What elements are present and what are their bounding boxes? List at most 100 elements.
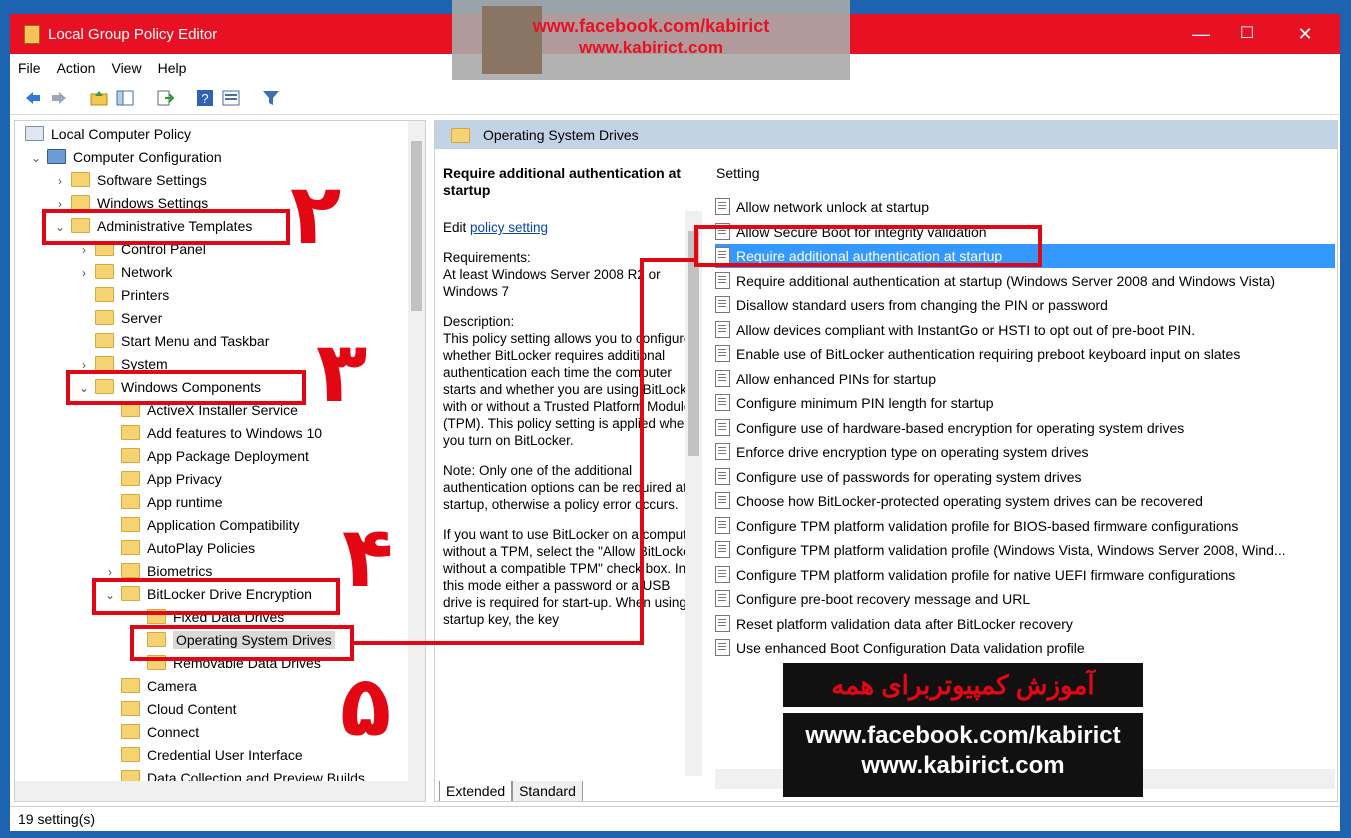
menu-action[interactable]: Action	[49, 54, 104, 82]
setting-row[interactable]: Choose how BitLocker-protected operating…	[715, 489, 1335, 513]
setting-row[interactable]: Configure TPM platform validation profil…	[715, 514, 1335, 538]
chevron-down-icon[interactable]: ⌄	[29, 147, 43, 170]
watermark-url-facebook: www.facebook.com/kabirict	[805, 722, 1121, 749]
policy-setting-icon	[715, 418, 730, 436]
setting-row[interactable]: Require additional authentication at sta…	[715, 269, 1335, 293]
setting-row[interactable]: Configure use of hardware-based encrypti…	[715, 416, 1335, 440]
view-tabs: Extended Standard	[439, 781, 583, 801]
setting-row[interactable]: Disallow standard users from changing th…	[715, 293, 1335, 317]
tree-item-computer-configuration[interactable]: ⌄ Computer Configuration	[29, 146, 222, 169]
annotation-box-operating-system-drives	[130, 625, 354, 661]
annotation-connector	[640, 258, 696, 262]
setting-row[interactable]: Use enhanced Boot Configuration Data val…	[715, 636, 1335, 660]
properties-icon[interactable]	[222, 89, 240, 107]
back-arrow-icon[interactable]	[24, 89, 42, 107]
policy-setting-icon	[715, 516, 730, 534]
setting-label: Disallow standard users from changing th…	[736, 297, 1108, 313]
filter-icon[interactable]	[262, 89, 280, 107]
tree-item-local-computer-policy[interactable]: Local Computer Policy	[25, 123, 191, 146]
chevron-right-icon[interactable]: ›	[77, 262, 91, 285]
banner-url-site: www.kabirict.com	[579, 38, 723, 57]
tree-item-cloud-content[interactable]: Cloud Content	[121, 698, 237, 721]
tree-item-autoplay-policies[interactable]: AutoPlay Policies	[121, 537, 255, 560]
tree-item-credential-user-interface[interactable]: Credential User Interface	[121, 744, 303, 767]
tab-standard[interactable]: Standard	[512, 781, 583, 801]
computer-icon	[47, 149, 66, 164]
up-folder-icon[interactable]	[90, 89, 108, 107]
tree-item-connect[interactable]: Connect	[121, 721, 199, 744]
policy-setting-icon	[715, 320, 730, 338]
setting-row[interactable]: Configure TPM platform validation profil…	[715, 538, 1335, 562]
setting-label: Enable use of BitLocker authentication r…	[736, 346, 1241, 362]
setting-row[interactable]: Allow network unlock at startup	[715, 195, 1335, 219]
folder-icon	[121, 724, 140, 739]
show-hide-tree-icon[interactable]	[116, 89, 134, 107]
policy-setting-icon	[715, 590, 730, 607]
toolbar: ?	[10, 82, 1340, 115]
annotation-connector	[640, 258, 644, 645]
close-button[interactable]: ✕	[1282, 14, 1328, 54]
setting-row[interactable]: Configure minimum PIN length for startup	[715, 391, 1335, 415]
setting-label: Enforce drive encryption type on operati…	[736, 444, 1089, 460]
description-text: Description: This policy setting allows …	[443, 314, 699, 448]
setting-label: Configure TPM platform validation profil…	[736, 542, 1286, 558]
folder-icon	[95, 310, 114, 325]
node-header: Operating System Drives	[435, 121, 1337, 149]
policy-setting-icon	[715, 541, 730, 558]
tree-item-app-runtime[interactable]: App runtime	[121, 491, 222, 514]
setting-row[interactable]: Configure TPM platform validation profil…	[715, 563, 1335, 587]
tree-item-application-compatibility[interactable]: Application Compatibility	[121, 514, 300, 537]
setting-row[interactable]: Configure pre-boot recovery message and …	[715, 587, 1335, 611]
menu-file[interactable]: File	[10, 54, 49, 82]
folder-icon	[451, 128, 470, 143]
annotation-connector	[354, 641, 644, 645]
help-icon[interactable]: ?	[196, 89, 214, 107]
folder-icon	[71, 195, 90, 210]
maximize-button[interactable]: ☐	[1224, 14, 1270, 54]
folder-icon	[121, 540, 140, 555]
tree-item-camera[interactable]: Camera	[121, 675, 197, 698]
setting-label: Allow enhanced PINs for startup	[736, 370, 936, 387]
description-scrollbar[interactable]	[685, 211, 702, 776]
folder-icon	[121, 494, 140, 509]
setting-label: Choose how BitLocker-protected operating…	[736, 493, 1203, 509]
tree-item-network[interactable]: › Network	[77, 261, 172, 284]
tree-item-printers[interactable]: Printers	[95, 284, 169, 307]
export-list-icon[interactable]	[156, 89, 174, 107]
chevron-right-icon[interactable]: ›	[53, 170, 67, 193]
forward-arrow-icon[interactable]	[50, 89, 68, 107]
column-header-setting[interactable]: Setting	[716, 165, 760, 181]
folder-icon	[95, 287, 114, 302]
tree-item-app-package-deployment[interactable]: App Package Deployment	[121, 445, 309, 468]
setting-label: Reset platform validation data after Bit…	[736, 615, 1073, 632]
menu-help[interactable]: Help	[150, 54, 195, 82]
edit-policy-setting-link[interactable]: policy setting	[470, 220, 548, 235]
edit-policy-line: Edit policy setting	[443, 219, 703, 236]
tab-extended[interactable]: Extended	[439, 781, 513, 801]
setting-row[interactable]: Allow devices compliant with InstantGo o…	[715, 318, 1335, 342]
policy-setting-icon	[715, 345, 730, 362]
policy-setting-icon	[715, 467, 730, 485]
setting-row[interactable]: Enforce drive encryption type on operati…	[715, 440, 1335, 464]
status-text: 19 setting(s)	[18, 811, 96, 827]
tree-item-software-settings[interactable]: › Software Settings	[53, 169, 207, 192]
extended-description: Require additional authentication at sta…	[443, 165, 703, 765]
tree-item-app-privacy[interactable]: App Privacy	[121, 468, 222, 491]
setting-label: Allow devices compliant with InstantGo o…	[736, 321, 1196, 338]
setting-row[interactable]: Configure use of passwords for operating…	[715, 465, 1335, 489]
tpm-text: If you want to use BitLocker on a comput…	[443, 527, 699, 627]
setting-row[interactable]: Enable use of BitLocker authentication r…	[715, 342, 1335, 366]
minimize-button[interactable]: —	[1178, 14, 1224, 54]
policy-setting-icon	[715, 614, 730, 632]
setting-row[interactable]: Reset platform validation data after Bit…	[715, 612, 1335, 636]
tree-item-server[interactable]: Server	[95, 307, 162, 330]
tree-scroll-thumb[interactable]	[411, 141, 422, 311]
tree-horizontal-scrollbar[interactable]	[15, 781, 425, 801]
tree-item-add-features[interactable]: Add features to Windows 10	[121, 422, 322, 445]
menu-view[interactable]: View	[103, 54, 149, 82]
step-number-2: ٢	[290, 165, 342, 263]
tree-vertical-scrollbar[interactable]	[408, 121, 425, 781]
setting-label: Require additional authentication at sta…	[736, 272, 1276, 289]
tree-item-start-menu-taskbar[interactable]: Start Menu and Taskbar	[95, 330, 269, 353]
setting-row[interactable]: Allow enhanced PINs for startup	[715, 367, 1335, 391]
